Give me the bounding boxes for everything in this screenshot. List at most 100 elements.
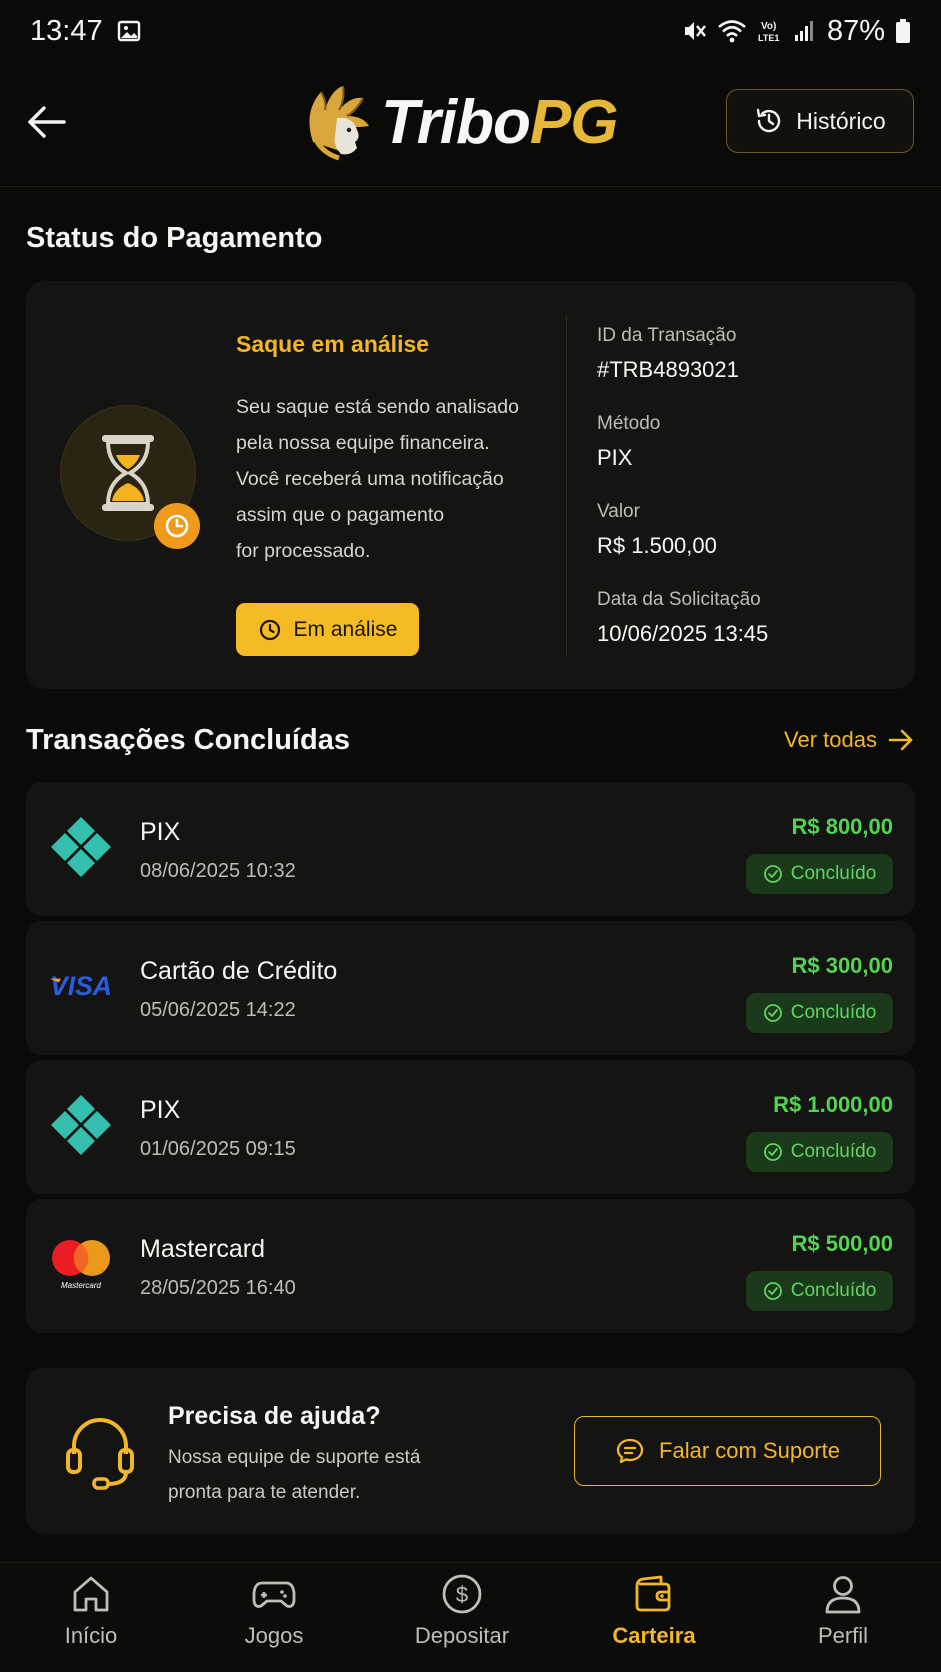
help-title: Precisa de ajuda? <box>168 1402 381 1430</box>
app-logo: TriboPG <box>303 82 619 162</box>
status-desc-line: assim que o pagamento <box>236 504 445 526</box>
logo-text-pg: PG <box>529 87 619 157</box>
gallery-icon <box>117 19 141 43</box>
transaction-date: 05/06/2025 14:22 <box>140 999 296 1021</box>
nav-label: Depositar <box>414 1623 510 1648</box>
nav-item-jogos[interactable]: Jogos <box>199 1573 349 1669</box>
help-card: Precisa de ajuda? Nossa equipe de suport… <box>26 1368 915 1534</box>
help-desc-line: Nossa equipe de suporte está <box>168 1447 421 1468</box>
transaction-date: 01/06/2025 09:15 <box>140 1138 296 1160</box>
history-button[interactable]: Histórico <box>726 89 914 153</box>
home-icon <box>73 1576 109 1612</box>
status-desc-line: for processado. <box>236 540 371 562</box>
info-amount: Valor R$ 1.500,00 <box>597 501 717 559</box>
headset-icon <box>64 1414 136 1490</box>
status-badge: Concluído <box>746 1132 893 1172</box>
transaction-date: 08/06/2025 10:32 <box>140 860 296 882</box>
nav-label: Carteira <box>612 1623 696 1648</box>
chief-headdress-icon <box>309 85 369 161</box>
dollar-icon: $ <box>442 1574 482 1614</box>
see-all-link[interactable]: Ver todas <box>784 726 915 754</box>
info-request-date: Data da Solicitação 10/06/2025 13:45 <box>597 589 768 647</box>
battery-icon <box>895 18 911 44</box>
transaction-amount: R$ 1.000,00 <box>773 1092 893 1117</box>
transaction-item[interactable]: Mastercard Mastercard 28/05/2025 16:40 R… <box>26 1199 915 1333</box>
card-divider <box>566 315 567 655</box>
nav-item-perfil[interactable]: Perfil <box>768 1573 918 1669</box>
transaction-date: 28/05/2025 16:40 <box>140 1277 296 1299</box>
arrow-left-icon <box>28 106 66 138</box>
check-circle-icon <box>763 1004 782 1022</box>
pix-icon <box>48 814 114 880</box>
hourglass-icon <box>102 435 154 511</box>
transactions-title: Transações Concluídas <box>26 724 350 756</box>
bottom-navigation: Início Jogos $ Depositar Carteira Perfil <box>0 1562 941 1672</box>
status-badge-label: Em análise <box>293 617 398 641</box>
history-icon <box>757 108 781 133</box>
info-value: 10/06/2025 13:45 <box>597 621 769 646</box>
svg-text:LTE1: LTE1 <box>758 33 779 43</box>
info-method: Método PIX <box>597 413 660 471</box>
check-circle-icon <box>763 1282 782 1300</box>
status-description: Seu saque está sendo analisado pela noss… <box>236 389 536 569</box>
clock-icon <box>165 514 189 538</box>
user-icon <box>825 1576 861 1614</box>
info-label: Valor <box>597 501 640 522</box>
status-badge: Concluído <box>746 854 893 894</box>
status-badge-label: Concluído <box>790 1141 877 1162</box>
chat-bubble-icon <box>616 1438 644 1464</box>
status-bar: 13:47 Vo) LTE1 87% <box>0 0 941 62</box>
transaction-amount: R$ 300,00 <box>791 953 893 978</box>
status-badge-label: Concluído <box>790 863 877 884</box>
transaction-amount: R$ 800,00 <box>791 814 893 839</box>
nav-label: Perfil <box>817 1623 869 1648</box>
app-header: TriboPG Histórico <box>0 62 941 187</box>
status-desc-line: Seu saque está sendo analisado <box>236 396 519 418</box>
contact-support-button[interactable]: Falar com Suporte <box>574 1416 881 1486</box>
transaction-item[interactable]: PIX 01/06/2025 09:15 R$ 1.000,00 Concluí… <box>26 1060 915 1194</box>
help-desc-line: pronta para te atender. <box>168 1482 361 1503</box>
volte-icon: Vo) LTE1 <box>757 18 783 44</box>
info-value: #TRB4893021 <box>597 357 739 382</box>
pending-clock-badge <box>154 503 200 549</box>
status-badge: Concluído <box>746 993 893 1033</box>
help-description: Nossa equipe de suporte está pronta para… <box>168 1440 488 1510</box>
back-button[interactable] <box>26 100 70 144</box>
transaction-name: Cartão de Crédito <box>140 957 338 985</box>
battery-percent: 87% <box>826 14 885 47</box>
see-all-label: Ver todas <box>784 727 877 752</box>
clock-icon <box>259 619 280 640</box>
transaction-item[interactable]: PIX 08/06/2025 10:32 R$ 800,00 Concluído <box>26 782 915 916</box>
visa-icon: VISA <box>48 953 114 1019</box>
status-badge-button[interactable]: Em análise <box>236 603 419 656</box>
pix-icon <box>48 1092 114 1158</box>
info-value: PIX <box>597 445 633 470</box>
transaction-name: PIX <box>140 1096 181 1124</box>
arrow-right-icon <box>888 729 913 751</box>
mastercard-icon: Mastercard <box>48 1231 114 1297</box>
info-label: Data da Solicitação <box>597 589 761 610</box>
wallet-icon <box>635 1575 671 1612</box>
wifi-icon <box>717 18 747 44</box>
status-title: Saque em análise <box>236 331 430 357</box>
transaction-amount: R$ 500,00 <box>791 1231 893 1256</box>
status-badge: Concluído <box>746 1271 893 1311</box>
info-value: R$ 1.500,00 <box>597 533 717 558</box>
history-button-label: Histórico <box>796 107 886 134</box>
visa-logo-text: VISA <box>50 971 112 1001</box>
nav-item-inicio[interactable]: Início <box>16 1573 166 1669</box>
payment-status-title: Status do Pagamento <box>26 222 323 254</box>
info-label: Método <box>597 413 661 434</box>
mastercard-logo-text: Mastercard <box>61 1281 102 1290</box>
nav-item-depositar[interactable]: $ Depositar <box>387 1573 537 1669</box>
check-circle-icon <box>763 865 782 883</box>
status-desc-line: pela nossa equipe financeira. <box>236 432 490 454</box>
logo-text-tribo: Tribo <box>381 87 531 157</box>
transaction-name: PIX <box>140 818 181 846</box>
transactions-header: Transações Concluídas Ver todas <box>26 720 915 765</box>
transaction-item[interactable]: VISA Cartão de Crédito 05/06/2025 14:22 … <box>26 921 915 1055</box>
signal-icon <box>793 19 817 43</box>
nav-label: Jogos <box>244 1623 304 1648</box>
gamepad-icon <box>252 1581 296 1608</box>
nav-item-carteira[interactable]: Carteira <box>579 1573 729 1669</box>
